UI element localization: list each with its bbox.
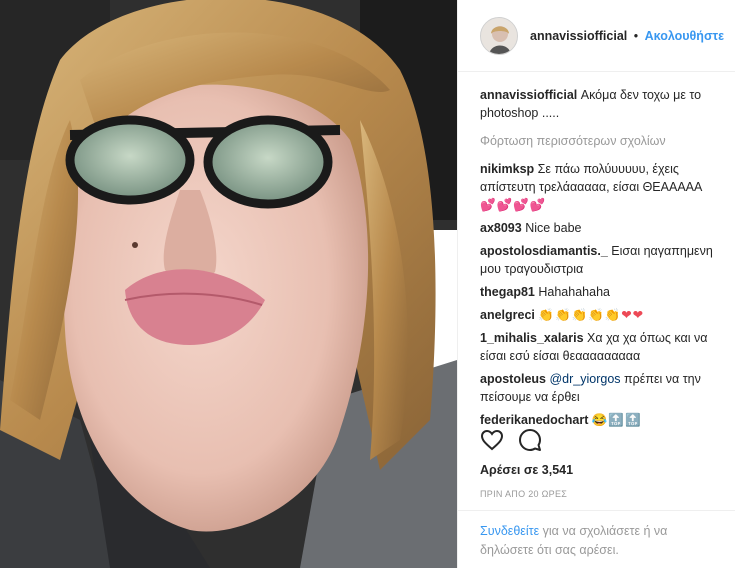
comment-emoji: 😂🔝🔝 xyxy=(591,413,642,427)
post-username[interactable]: annavissiofficial xyxy=(530,29,627,43)
caption-username[interactable]: annavissiofficial xyxy=(480,88,577,102)
comment-username[interactable]: anelgreci xyxy=(480,308,535,322)
comment-item: apostolosdiamantis._ Εισαι ηαγαπημενη μο… xyxy=(480,242,719,278)
post-sidebar: annavissiofficial • Ακολουθήστε annaviss… xyxy=(457,0,735,568)
comment-emoji: 💕💕💕💕 xyxy=(480,198,547,212)
divider xyxy=(458,510,735,511)
comment-item: ax8093 Nice babe xyxy=(480,219,719,237)
comment-username[interactable]: thegap81 xyxy=(480,285,535,299)
comment-username[interactable]: 1_mihalis_xalaris xyxy=(480,331,584,345)
comments-list: annavissiofficial Ακόμα δεν τοχω με το p… xyxy=(458,72,735,429)
separator-dot: • xyxy=(633,28,639,43)
post-header: annavissiofficial • Ακολουθήστε xyxy=(458,0,735,72)
comment-username[interactable]: ax8093 xyxy=(480,221,522,235)
post-actions xyxy=(480,428,542,452)
comment-username[interactable]: federikanedochart xyxy=(480,413,588,427)
comment-item: thegap81 Hahahahaha xyxy=(480,283,719,301)
avatar-image-icon xyxy=(481,17,517,54)
comment-username[interactable]: apostoleus xyxy=(480,372,546,386)
post-timestamp: ΠΡΙΝ ΑΠΟ 20 ΩΡΕΣ xyxy=(480,489,568,499)
follow-button[interactable]: Ακολουθήστε xyxy=(645,29,724,43)
avatar[interactable] xyxy=(480,16,518,55)
comment-emoji: 👏👏👏👏👏❤❤ xyxy=(538,308,645,322)
caption: annavissiofficial Ακόμα δεν τοχω με το p… xyxy=(480,86,719,122)
instagram-post: annavissiofficial • Ακολουθήστε annaviss… xyxy=(0,0,735,568)
comment-icon[interactable] xyxy=(518,428,542,452)
login-prompt: Συνδεθείτε για να σχολιάσετε ή να δηλώσε… xyxy=(480,522,720,560)
comment-item: nikimksp Σε πάω πολύυυυυυ, έχεις απίστευ… xyxy=(480,160,719,214)
comment-item: federikanedochart 😂🔝🔝 xyxy=(480,411,719,429)
load-more-comments-link[interactable]: Φόρτωση περισσότερων σχολίων xyxy=(480,132,719,150)
post-photo[interactable] xyxy=(0,0,457,568)
likes-count[interactable]: Αρέσει σε 3,541 xyxy=(480,463,573,477)
heart-icon[interactable] xyxy=(480,428,504,452)
comment-item: apostoleus @dr_yiorgos πρέπει να την πεί… xyxy=(480,370,719,406)
comment-item: 1_mihalis_xalaris Χα χα χα όπως και να ε… xyxy=(480,329,719,365)
comment-username[interactable]: nikimksp xyxy=(480,162,534,176)
comment-text: Nice babe xyxy=(525,221,582,235)
comment-item: anelgreci 👏👏👏👏👏❤❤ xyxy=(480,306,719,324)
selfie-illustration xyxy=(0,0,457,568)
login-link[interactable]: Συνδεθείτε xyxy=(480,524,539,538)
comment-text: Hahahahaha xyxy=(538,285,610,299)
comment-username[interactable]: apostolosdiamantis._ xyxy=(480,244,608,258)
comment-mention-link[interactable]: @dr_yiorgos xyxy=(549,372,620,386)
